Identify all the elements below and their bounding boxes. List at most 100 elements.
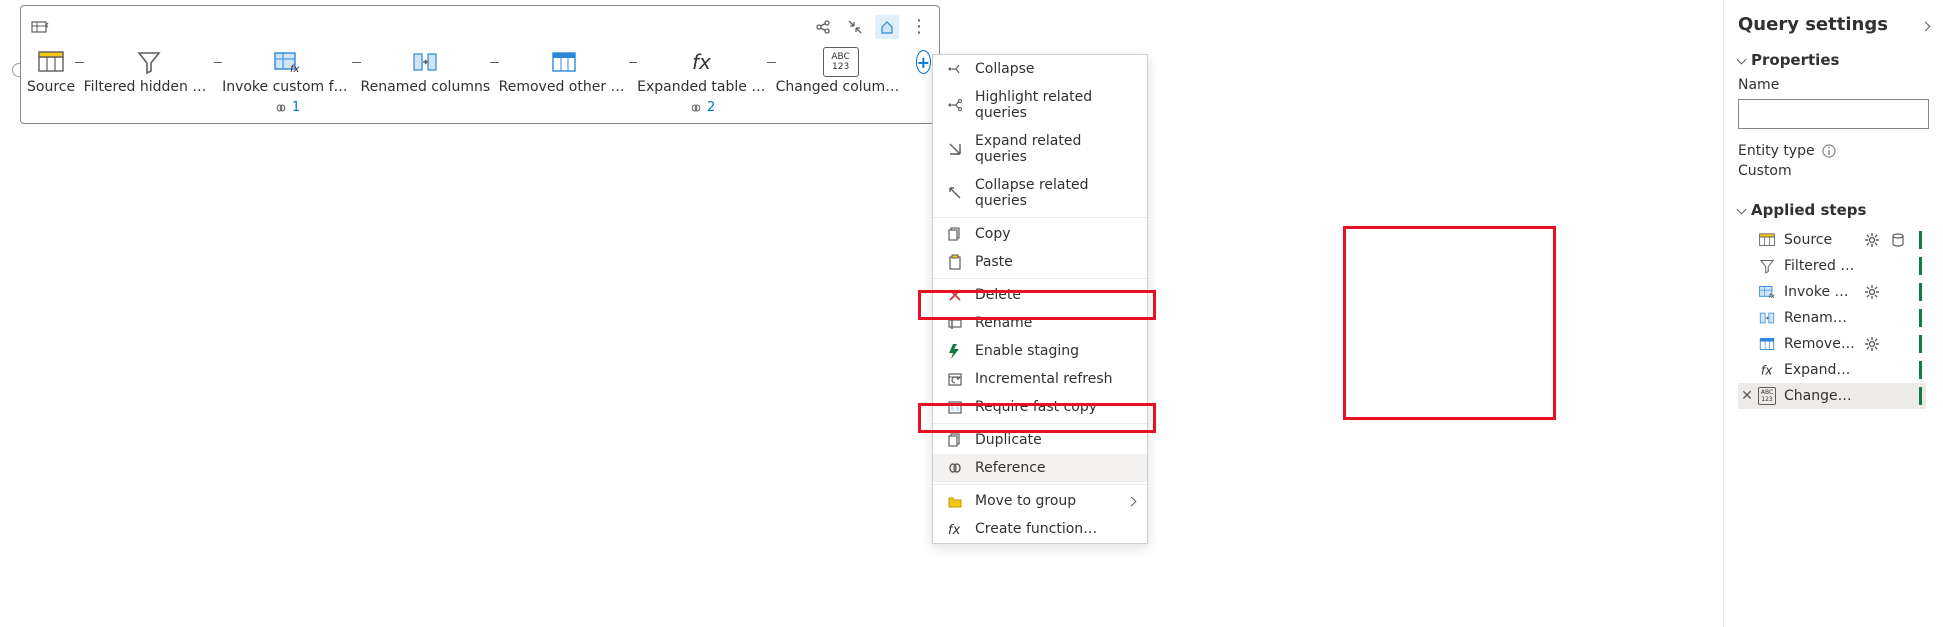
menu-separator [933, 484, 1147, 485]
panel-title-row: Query settings [1738, 14, 1929, 35]
collapse-icon [947, 61, 963, 77]
menu-item-highlight-related[interactable]: Highlight related queries [933, 83, 1147, 127]
menu-item-delete[interactable]: Delete [933, 281, 1147, 309]
menu-item-label: Duplicate [975, 432, 1042, 448]
applied-step-label: Invoke cust… [1784, 284, 1855, 300]
diagram-step[interactable]: Expanded table c… 2 [637, 48, 767, 115]
table-blue-icon [550, 48, 578, 76]
table-fx-icon [1758, 283, 1776, 301]
applied-step[interactable]: ✕ABC123Changed c… [1738, 383, 1926, 409]
folder-icon [947, 493, 963, 509]
step-stripe [1919, 257, 1922, 275]
diagram-step[interactable]: ABC123 Changed column… [776, 48, 906, 96]
applied-steps-section-header[interactable]: Applied steps [1738, 201, 1929, 219]
applied-step-label: Removed o… [1784, 336, 1855, 352]
compress-view-button[interactable] [843, 15, 867, 39]
name-input[interactable] [1738, 99, 1929, 129]
reference-icon [947, 460, 963, 476]
menu-item-copy[interactable]: Copy [933, 220, 1147, 248]
entity-type-label: Entity type [1738, 143, 1815, 159]
menu-item-label: Expand related queries [975, 133, 1133, 165]
menu-item-collapse[interactable]: Collapse [933, 55, 1147, 83]
applied-step-label: Changed c… [1784, 388, 1855, 404]
menu-item-collapse-related[interactable]: Collapse related queries [933, 171, 1147, 215]
rename-cols-icon [1758, 309, 1776, 327]
menu-item-expand-related[interactable]: Expand related queries [933, 127, 1147, 171]
menu-item-label: Collapse related queries [975, 177, 1133, 209]
menu-item-label: Delete [975, 287, 1021, 303]
step-reference-count[interactable]: 2 [689, 100, 715, 115]
menu-item-label: Incremental refresh [975, 371, 1113, 387]
step-settings-button[interactable] [1863, 336, 1881, 352]
step-source-icon [1889, 232, 1907, 248]
applied-step[interactable]: Removed o… [1738, 331, 1926, 357]
menu-item-label: Enable staging [975, 343, 1079, 359]
diagram-step[interactable]: Invoke custom fu… 1 [222, 48, 352, 115]
query-context-menu: Collapse Highlight related queries Expan… [932, 54, 1148, 544]
menu-item-paste[interactable]: Paste [933, 248, 1147, 276]
applied-step[interactable]: Filtered hid… [1738, 253, 1926, 279]
chevron-right-icon [1128, 493, 1135, 509]
step-reference-count[interactable]: 1 [274, 100, 300, 115]
home-view-button[interactable] [875, 15, 899, 39]
name-label: Name [1738, 77, 1929, 93]
applied-step[interactable]: Renamed c… [1738, 305, 1926, 331]
abc123-icon: ABC123 [823, 48, 859, 76]
query-settings-panel: Query settings Properties Name Entity ty… [1723, 0, 1943, 627]
applied-step-label: Expanded t… [1784, 362, 1855, 378]
step-connector [352, 48, 360, 76]
query-diagram: ⋮ Source Filtered hidden fi… Invoke cust… [20, 5, 940, 124]
properties-label: Properties [1751, 51, 1839, 69]
menu-separator [933, 423, 1147, 424]
menu-item-duplicate[interactable]: Duplicate [933, 426, 1147, 454]
applied-step[interactable]: Expanded t… [1738, 357, 1926, 383]
menu-separator [933, 217, 1147, 218]
menu-item-fx-sm[interactable]: Create function… [933, 515, 1147, 543]
info-icon [1821, 143, 1837, 159]
menu-item-fastcopy[interactable]: Require fast copy [933, 393, 1147, 421]
applied-step-label: Filtered hid… [1784, 258, 1855, 274]
menu-item-staging[interactable]: Enable staging [933, 337, 1147, 365]
collapse-related-icon [947, 185, 963, 201]
expand-related-icon [947, 141, 963, 157]
diagram-step[interactable]: Renamed columns [361, 48, 491, 96]
paste-icon [947, 254, 963, 270]
table-orange-icon [37, 48, 65, 76]
applied-step[interactable]: Invoke cust… [1738, 279, 1926, 305]
table-blue-icon [1758, 335, 1776, 353]
fx-icon [688, 48, 716, 76]
entity-type-row: Entity type [1738, 143, 1929, 159]
menu-item-label: Rename [975, 315, 1032, 331]
diagram-step[interactable]: Removed other c… [499, 48, 629, 96]
menu-item-folder[interactable]: Move to group [933, 487, 1147, 515]
menu-item-label: Highlight related queries [975, 89, 1133, 121]
add-step-button[interactable]: + [916, 50, 931, 74]
remove-step-button[interactable]: ✕ [1740, 388, 1754, 404]
panel-title: Query settings [1738, 14, 1888, 35]
menu-item-rename[interactable]: Rename [933, 309, 1147, 337]
applied-step[interactable]: Source [1738, 227, 1926, 253]
menu-item-label: Require fast copy [975, 399, 1097, 415]
diagram-step[interactable]: Filtered hidden fi… [84, 48, 214, 96]
diagram-step-label: Removed other c… [499, 78, 629, 96]
menu-item-reference[interactable]: Reference [933, 454, 1147, 482]
fastcopy-icon [947, 399, 963, 415]
more-options-button[interactable]: ⋮ [907, 15, 931, 39]
step-stripe [1919, 231, 1922, 249]
properties-section-header[interactable]: Properties [1738, 51, 1929, 69]
duplicate-icon [947, 432, 963, 448]
menu-item-label: Copy [975, 226, 1011, 242]
entity-type-value: Custom [1738, 163, 1929, 179]
share-lineage-button[interactable] [811, 15, 835, 39]
step-connector [629, 48, 637, 76]
diagram-step-label: Invoke custom fu… [222, 78, 352, 96]
chevron-right-icon[interactable] [1922, 14, 1929, 35]
funnel-icon [1758, 257, 1776, 275]
menu-item-incremental[interactable]: Incremental refresh [933, 365, 1147, 393]
diagram-step[interactable]: Source [27, 48, 75, 96]
step-settings-button[interactable] [1863, 232, 1881, 248]
step-connector [214, 48, 222, 76]
step-settings-button[interactable] [1863, 284, 1881, 300]
delete-icon [947, 287, 963, 303]
step-connector [75, 48, 83, 76]
